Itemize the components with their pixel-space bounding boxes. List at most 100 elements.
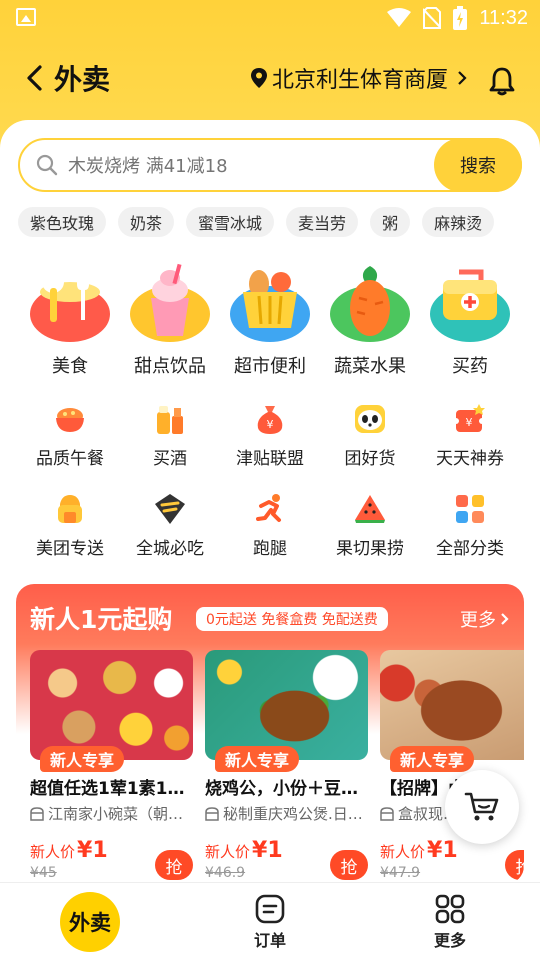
new-user-price: ¥1 (77, 838, 108, 863)
category-meituan-delivery[interactable]: 美团专送 (20, 492, 120, 559)
shop-name: 秘制重庆鸡公煲.日… (223, 805, 363, 823)
hot-search-tags: 紫色玫瑰 奶茶 蜜雪冰城 麦当劳 粥 麻辣烫 (18, 207, 495, 237)
location-pin-icon (250, 68, 267, 88)
nav-orders[interactable]: 订单 (180, 883, 360, 960)
nav-more[interactable]: 更多 (360, 883, 540, 960)
category-label: 买药 (452, 356, 488, 377)
category-subsidy[interactable]: ¥ 津贴联盟 (220, 402, 320, 469)
dessert-icon (130, 263, 210, 342)
search-input[interactable] (68, 152, 428, 180)
new-user-price: ¥1 (427, 838, 458, 863)
nav-more-label: 更多 (433, 930, 466, 950)
product-name: 烧鸡公，小份＋豆… (205, 779, 358, 799)
category-alcohol[interactable]: 买酒 (120, 402, 220, 469)
product-card[interactable]: 新人专享 【招牌】卤肉牛… 盒叔现… 新人价 ¥1 ¥47.9 抢 (380, 650, 524, 881)
back-arrow-icon[interactable] (24, 64, 46, 92)
product-name: 超值任选1荤1素1… (30, 779, 185, 799)
search-button[interactable]: 搜索 (434, 138, 522, 192)
no-sim-icon (423, 7, 442, 29)
category-dessert[interactable]: 甜点饮品 (120, 262, 220, 378)
tag-chip[interactable]: 粥 (370, 207, 411, 237)
bell-icon[interactable] (488, 66, 516, 96)
product-image (380, 650, 524, 760)
category-vegetable[interactable]: 蔬菜水果 (320, 262, 420, 378)
cart-button[interactable] (445, 770, 519, 844)
category-label: 买酒 (153, 449, 187, 469)
chevron-right-icon (501, 613, 509, 625)
search-bar[interactable]: 搜索 (18, 138, 522, 192)
category-label: 天天神券 (436, 449, 504, 469)
category-errand[interactable]: 跑腿 (220, 492, 320, 559)
new-user-badge: 新人专享 (215, 746, 300, 772)
category-daily-coupon[interactable]: ¥ 天天神券 (420, 402, 520, 469)
gallery-icon (16, 8, 36, 26)
more-grid-icon (435, 894, 465, 923)
tag-chip[interactable]: 蜜雪冰城 (186, 207, 275, 237)
wifi-icon (387, 8, 412, 27)
category-label: 津贴联盟 (236, 449, 304, 469)
category-food[interactable]: 美食 (20, 262, 120, 378)
watermelon-icon (355, 495, 385, 523)
grab-button[interactable]: 抢 (330, 850, 368, 880)
nav-takeout[interactable]: 外卖 (0, 883, 180, 960)
money-bag-icon: ¥ (257, 406, 283, 434)
shop-icon (30, 806, 44, 821)
location-selector[interactable]: 北京利生体育商厦 (250, 62, 468, 94)
tag-chip[interactable]: 麦当劳 (286, 207, 359, 237)
tag-chip[interactable]: 麻辣烫 (422, 207, 495, 237)
tag-chip[interactable]: 紫色玫瑰 (18, 207, 107, 237)
price-label: 新人价 (30, 843, 76, 861)
chevron-right-icon (458, 71, 467, 85)
beer-icon (157, 406, 183, 434)
app-header: 外卖 北京利生体育商厦 (0, 50, 540, 106)
shop-name: 江南家小碗菜（朝… (48, 805, 184, 823)
nav-orders-label: 订单 (253, 930, 286, 950)
cart-icon (464, 792, 499, 821)
promo-title: 新人1元起购 (30, 605, 173, 634)
new-user-badge: 新人专享 (40, 746, 125, 772)
orders-icon (255, 894, 285, 923)
search-icon (36, 154, 58, 176)
category-label: 超市便利 (234, 356, 306, 377)
product-image (205, 650, 368, 760)
original-price: ¥47.9 (380, 865, 421, 881)
food-icon (30, 268, 110, 342)
category-medicine[interactable]: 买药 (420, 262, 520, 378)
coupon-icon: ¥ (453, 404, 485, 432)
location-text: 北京利生体育商厦 (271, 68, 448, 93)
category-group-goods[interactable]: 团好货 (320, 402, 420, 469)
diamond-icon (155, 494, 185, 524)
svg-text:¥: ¥ (466, 416, 473, 429)
tag-chip[interactable]: 奶茶 (118, 207, 175, 237)
sub-categories-row-1: 品质午餐 买酒 ¥ 津贴联盟 团好货 ¥ 天天神券 (20, 402, 520, 469)
battery-icon (453, 6, 468, 30)
category-label: 甜点饮品 (134, 356, 206, 377)
category-label: 果切果捞 (336, 539, 404, 559)
price-label: 新人价 (380, 843, 426, 861)
vegetable-icon (330, 266, 410, 342)
category-label: 跑腿 (253, 539, 287, 559)
grid-icon (456, 495, 484, 523)
shop-icon (380, 806, 394, 821)
status-bar: 11:32 (0, 0, 540, 36)
delivery-icon (58, 495, 82, 523)
new-user-promo: 新人1元起购 0元起送 免餐盒费 免配送费 更多 新人专享 超值任选1荤1素1…… (16, 584, 524, 884)
category-supermarket[interactable]: 超市便利 (220, 262, 320, 378)
promo-more-link[interactable]: 更多 (460, 606, 510, 632)
medicine-icon (430, 269, 510, 342)
category-must-eat[interactable]: 全城必吃 (120, 492, 220, 559)
category-label: 全城必吃 (136, 539, 204, 559)
product-card[interactable]: 新人专享 烧鸡公，小份＋豆… 秘制重庆鸡公煲.日… 新人价 ¥1 ¥46.9 抢 (205, 650, 368, 881)
category-label: 蔬菜水果 (334, 356, 406, 377)
supermarket-icon (230, 270, 310, 342)
lunch-icon (56, 408, 84, 432)
grab-button[interactable]: 抢 (155, 850, 193, 880)
category-label: 全部分类 (436, 539, 504, 559)
category-cut-fruit[interactable]: 果切果捞 (320, 492, 420, 559)
product-list: 新人专享 超值任选1荤1素1… 江南家小碗菜（朝… 新人价 ¥1 ¥45 抢 新… (30, 650, 524, 881)
category-all[interactable]: 全部分类 (420, 492, 520, 559)
page-title: 外卖 (54, 63, 111, 96)
product-card[interactable]: 新人专享 超值任选1荤1素1… 江南家小碗菜（朝… 新人价 ¥1 ¥45 抢 (30, 650, 193, 881)
new-user-badge: 新人专享 (390, 746, 475, 772)
category-quality-lunch[interactable]: 品质午餐 (20, 402, 120, 469)
